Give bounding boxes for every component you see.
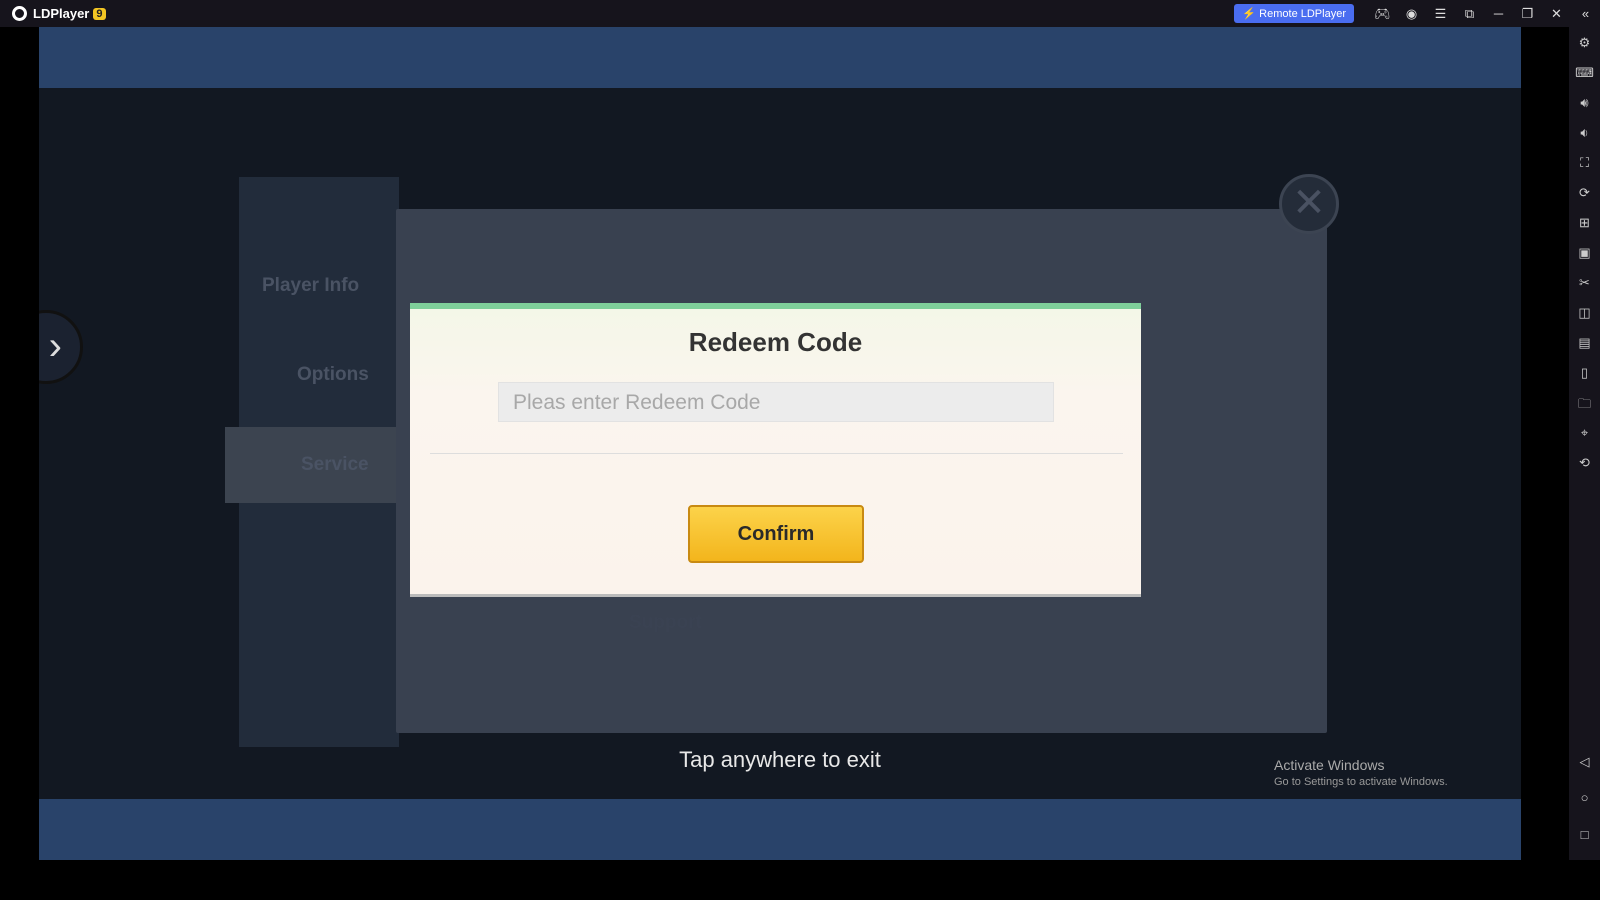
expand-arrow-icon[interactable]: › xyxy=(39,310,83,384)
menu-icon[interactable]: ☰ xyxy=(1426,6,1455,22)
redeem-code-dialog: Redeem Code Pleas enter Redeem Code Conf… xyxy=(410,303,1141,594)
apk-icon[interactable]: ▣ xyxy=(1569,245,1600,261)
top-band xyxy=(39,27,1521,88)
close-icon[interactable]: ✕ xyxy=(1542,6,1571,22)
support-button[interactable]: Support xyxy=(629,612,702,634)
redeem-code-input[interactable]: Pleas enter Redeem Code xyxy=(498,382,1054,422)
settings-icon[interactable]: ⚙ xyxy=(1569,35,1600,51)
folder-icon[interactable]: 🗀 xyxy=(1569,395,1600,417)
fullscreen-icon[interactable]: ⛶ xyxy=(1569,155,1600,171)
sync-icon[interactable]: ⟳ xyxy=(1569,185,1600,201)
restore-icon[interactable]: ❐ xyxy=(1513,6,1542,22)
minimize-icon[interactable]: ─ xyxy=(1484,6,1513,21)
activate-windows-title: Activate Windows xyxy=(1274,757,1385,773)
ldplayer-logo-icon xyxy=(12,6,27,21)
activate-windows-subtitle: Go to Settings to activate Windows. xyxy=(1274,776,1448,788)
version-badge: 9 xyxy=(93,7,106,20)
bottom-band xyxy=(39,799,1521,860)
app-title: LDPlayer xyxy=(33,6,90,21)
confirm-button[interactable]: Confirm xyxy=(688,505,864,563)
gamepad-icon[interactable]: 🎮︎ xyxy=(1368,6,1397,22)
back-icon[interactable]: ◁ xyxy=(1569,754,1600,770)
multi-instance-icon[interactable]: ◫ xyxy=(1569,305,1600,321)
remote-label: Remote LDPlayer xyxy=(1259,8,1346,20)
scissors-icon[interactable]: ✂ xyxy=(1569,275,1600,291)
volume-up-icon[interactable]: 🔊︎ xyxy=(1569,95,1600,111)
title-bar: LDPlayer 9 ⚡ Remote LDPlayer 🎮︎ ◉ ☰ ⧉ ─ … xyxy=(0,0,1600,27)
dialog-title: Redeem Code xyxy=(688,327,863,357)
divider xyxy=(430,453,1123,454)
close-panel-icon[interactable]: ✕ xyxy=(1279,174,1339,234)
rotate-icon[interactable]: ⟲ xyxy=(1569,455,1600,471)
keyboard-icon[interactable]: ⌨ xyxy=(1569,65,1600,81)
remote-ldplayer-button[interactable]: ⚡ Remote LDPlayer xyxy=(1234,4,1354,23)
screen-icon[interactable]: ⧉ xyxy=(1455,6,1484,22)
operation-record-icon[interactable]: ▤ xyxy=(1569,335,1600,351)
shake-icon[interactable]: ▯ xyxy=(1569,365,1600,381)
nav-player-info[interactable]: Player Info xyxy=(262,275,359,297)
account-icon[interactable]: ◉ xyxy=(1397,6,1426,22)
nav-options[interactable]: Options xyxy=(297,364,369,386)
add-app-icon[interactable]: ⊞ xyxy=(1569,215,1600,231)
recents-icon[interactable]: □ xyxy=(1569,827,1600,842)
home-icon[interactable]: ○ xyxy=(1569,790,1600,805)
nav-service[interactable]: Service xyxy=(301,454,369,476)
right-toolbar: ⚙ ⌨ 🔊︎ 🔉︎ ⛶ ⟳ ⊞ ▣ ✂ ◫ ▤ ▯ 🗀 ⌖ ⟲ ◁ ○ □ xyxy=(1569,27,1600,860)
collapse-sidebar-icon[interactable]: « xyxy=(1571,6,1600,21)
location-icon[interactable]: ⌖ xyxy=(1569,425,1600,441)
volume-down-icon[interactable]: 🔉︎ xyxy=(1569,125,1600,141)
